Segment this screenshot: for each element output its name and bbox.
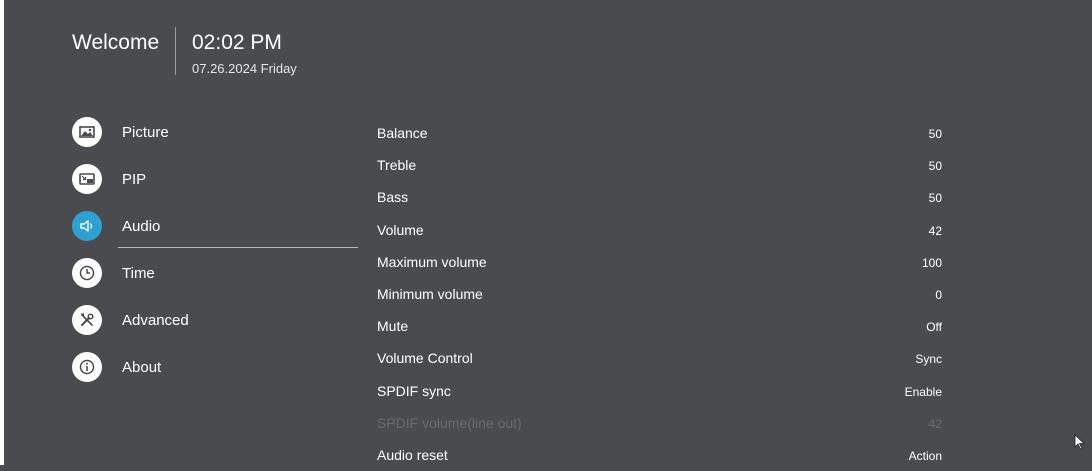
nav-label-picture: Picture xyxy=(122,124,169,141)
setting-label: Volume xyxy=(377,221,424,238)
info-icon xyxy=(72,352,102,382)
nav-item-about[interactable]: About xyxy=(72,352,362,399)
nav-label-about: About xyxy=(122,359,162,376)
setting-row-balance[interactable]: Balance 50 xyxy=(377,117,942,149)
nav-label-audio: Audio xyxy=(122,218,161,235)
settings-nav: Picture PIP Audio Time Advanced About xyxy=(72,117,362,399)
mouse-pointer-icon xyxy=(1074,434,1086,450)
welcome-title: Welcome xyxy=(72,31,160,54)
nav-label-advanced: Advanced xyxy=(122,312,189,329)
setting-label: Balance xyxy=(377,125,428,141)
setting-value: 42 xyxy=(928,223,942,238)
picture-icon xyxy=(72,117,102,147)
setting-label: Treble xyxy=(377,157,417,174)
nav-item-time[interactable]: Time xyxy=(72,258,362,305)
setting-row-volume[interactable]: Volume 42 xyxy=(377,214,942,246)
setting-value: 0 xyxy=(935,287,942,302)
setting-value: 50 xyxy=(928,159,942,174)
setting-value: 100 xyxy=(921,255,942,270)
nav-item-audio[interactable]: Audio xyxy=(72,211,362,258)
nav-item-picture[interactable]: Picture xyxy=(72,117,362,164)
nav-item-pip[interactable]: PIP xyxy=(72,164,362,211)
setting-label: Minimum volume xyxy=(377,285,483,302)
clock-time: 02:02 PM xyxy=(192,31,282,54)
clock-date: 07.26.2024 Friday xyxy=(192,61,297,76)
setting-value: 42 xyxy=(928,416,942,431)
header-divider xyxy=(175,27,176,75)
setting-row-volume-control[interactable]: Volume Control Sync xyxy=(377,342,942,374)
setting-value: Action xyxy=(908,448,942,463)
setting-value: Sync xyxy=(915,352,942,367)
nav-label-pip: PIP xyxy=(122,171,147,188)
setting-label: Bass xyxy=(377,189,409,206)
setting-value: Off xyxy=(926,320,942,335)
setting-label: SPDIF sync xyxy=(377,382,451,399)
speaker-icon xyxy=(72,211,102,241)
setting-row-spdif-sync[interactable]: SPDIF sync Enable xyxy=(377,375,942,407)
audio-settings-list: Balance 50 Treble 50 Bass 50 Volume 42 M… xyxy=(377,117,942,471)
setting-value: 50 xyxy=(928,191,942,206)
setting-row-bass[interactable]: Bass 50 xyxy=(377,181,942,213)
setting-row-mute[interactable]: Mute Off xyxy=(377,310,942,342)
setting-label: Maximum volume xyxy=(377,253,487,270)
nav-label-time: Time xyxy=(122,265,155,282)
nav-item-advanced[interactable]: Advanced xyxy=(72,305,362,352)
setting-value: Enable xyxy=(904,384,942,399)
setting-row-treble[interactable]: Treble 50 xyxy=(377,149,942,181)
pip-icon xyxy=(72,164,102,194)
setting-label: Mute xyxy=(377,318,409,335)
nav-active-underline xyxy=(118,247,358,248)
setting-label: Audio reset xyxy=(377,446,448,463)
setting-row-minimum-volume[interactable]: Minimum volume 0 xyxy=(377,278,942,310)
tools-icon xyxy=(72,305,102,335)
setting-row-audio-reset[interactable]: Audio reset Action xyxy=(377,439,942,471)
setting-row-maximum-volume[interactable]: Maximum volume 100 xyxy=(377,246,942,278)
setting-row-spdif-volume: SPDIF volume(line out) 42 xyxy=(377,407,942,439)
setting-label: SPDIF volume(line out) xyxy=(377,414,522,431)
setting-value: 50 xyxy=(928,127,942,141)
setting-label: Volume Control xyxy=(377,350,473,367)
clock-icon xyxy=(72,258,102,288)
